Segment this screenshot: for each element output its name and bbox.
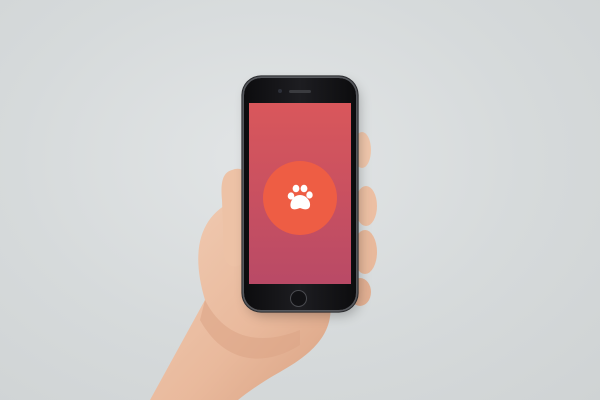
smartphone (244, 78, 356, 310)
photo-scene (0, 0, 600, 400)
home-button[interactable] (290, 290, 307, 307)
paw-icon (287, 184, 313, 210)
earpiece-speaker (289, 90, 311, 93)
app-splash-screen (249, 103, 351, 284)
app-logo[interactable] (263, 161, 337, 235)
front-camera (278, 89, 282, 93)
